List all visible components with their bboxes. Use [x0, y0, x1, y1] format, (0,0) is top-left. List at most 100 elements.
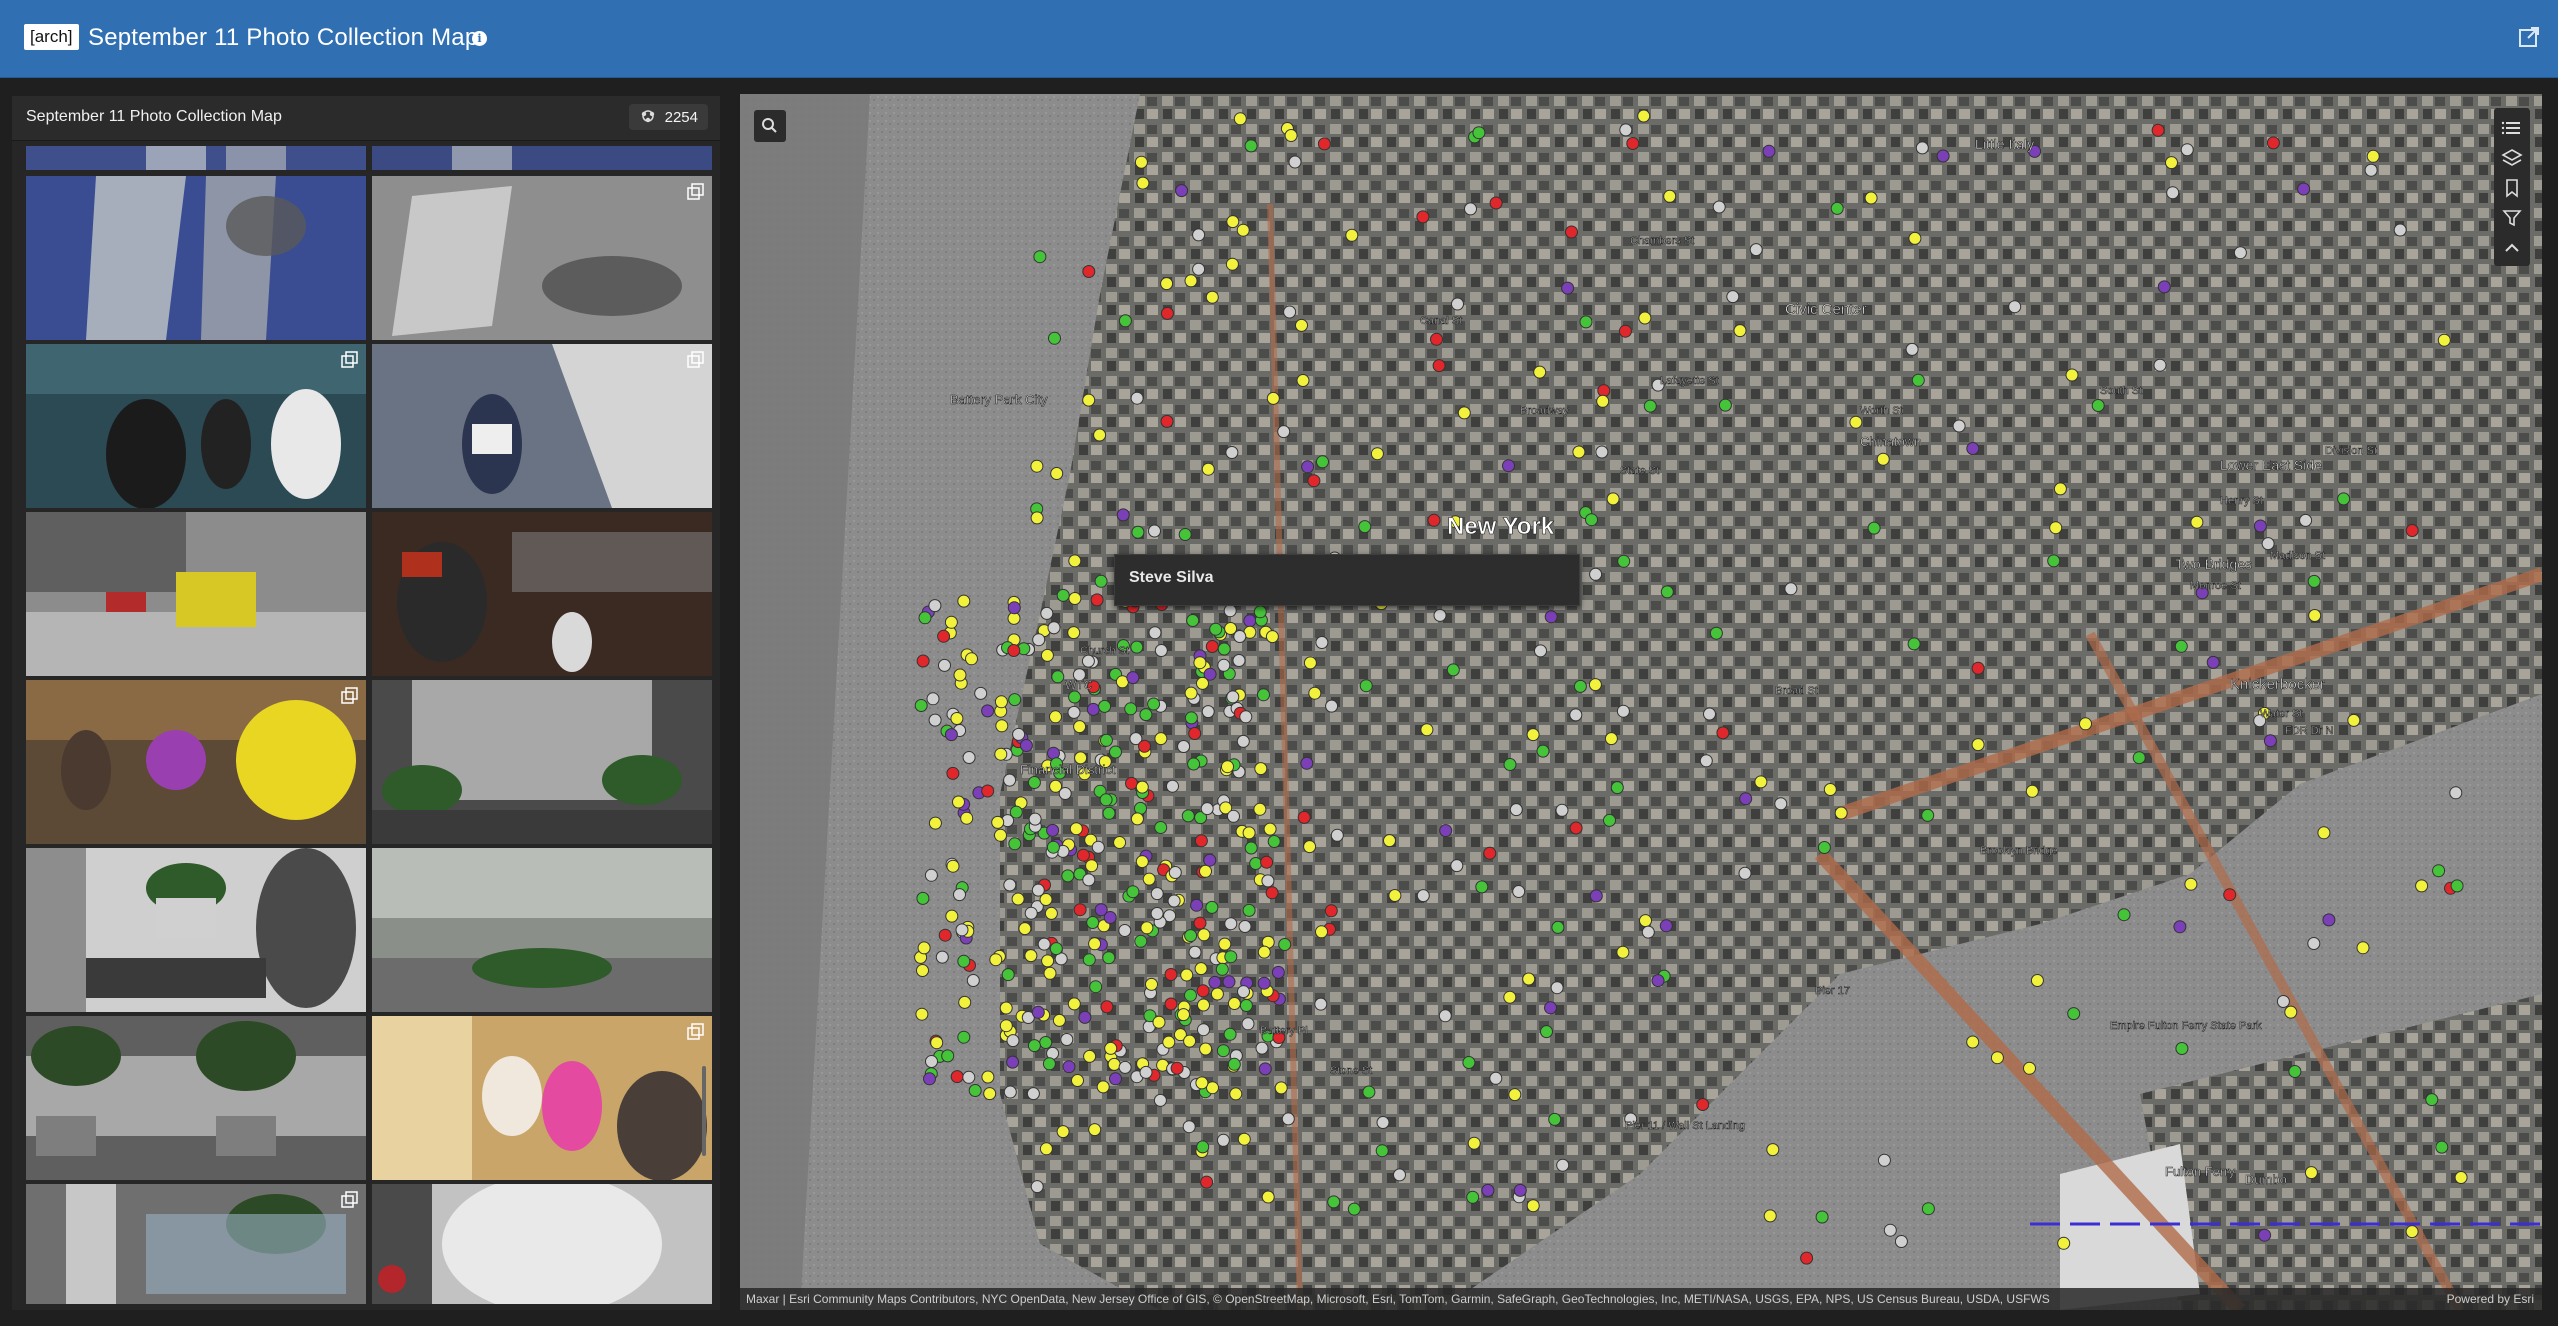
photo-marker[interactable] — [1031, 1005, 1045, 1019]
photo-marker[interactable] — [1242, 826, 1256, 840]
photo-marker[interactable] — [1330, 828, 1344, 842]
photo-marker[interactable] — [1047, 621, 1061, 635]
photo-marker[interactable] — [1052, 1013, 1066, 1027]
photo-marker[interactable] — [1150, 887, 1164, 901]
photo-marker[interactable] — [1420, 723, 1434, 737]
photo-marker[interactable] — [1738, 866, 1752, 880]
photo-marker[interactable] — [1237, 985, 1250, 999]
photo-marker[interactable] — [1018, 922, 1032, 936]
photo-marker[interactable] — [1709, 626, 1723, 640]
photo-marker[interactable] — [1699, 754, 1713, 768]
photo-marker[interactable] — [944, 728, 958, 742]
photo-marker[interactable] — [2047, 554, 2061, 568]
photo-marker[interactable] — [2297, 182, 2311, 196]
photo-marker[interactable] — [999, 1019, 1013, 1033]
photo-marker[interactable] — [1260, 855, 1274, 869]
photo-marker[interactable] — [1265, 630, 1279, 644]
photo-marker[interactable] — [1186, 614, 1200, 627]
photo-marker[interactable] — [1466, 1190, 1480, 1204]
bookmark-icon[interactable] — [2500, 176, 2524, 200]
photo-marker[interactable] — [1225, 446, 1239, 459]
photo-marker[interactable] — [1277, 425, 1291, 439]
info-icon[interactable]: i — [472, 31, 487, 46]
photo-marker[interactable] — [1131, 525, 1145, 539]
photo-marker[interactable] — [1089, 980, 1103, 994]
photo-marker[interactable] — [1733, 324, 1747, 338]
photo-marker[interactable] — [2308, 609, 2322, 622]
photo-marker[interactable] — [1278, 938, 1292, 951]
photo-marker[interactable] — [937, 629, 951, 643]
photo-marker[interactable] — [946, 859, 960, 873]
photo-marker[interactable] — [1603, 813, 1616, 827]
photo-marker[interactable] — [2057, 1236, 2071, 1250]
photo-marker[interactable] — [1254, 762, 1268, 776]
layers-icon[interactable] — [2500, 146, 2524, 170]
photo-marker[interactable] — [914, 699, 928, 712]
photo-marker[interactable] — [1540, 1025, 1553, 1039]
photo-marker[interactable] — [1088, 1123, 1102, 1137]
photo-marker[interactable] — [1712, 200, 1726, 214]
photo-marker[interactable] — [938, 658, 951, 672]
photo-marker[interactable] — [2079, 717, 2092, 731]
photo-marker[interactable] — [1049, 942, 1063, 956]
photo-marker[interactable] — [1376, 1116, 1390, 1129]
photo-marker[interactable] — [1145, 977, 1158, 991]
photo-marker[interactable] — [2008, 300, 2022, 314]
photo-marker[interactable] — [1446, 663, 1460, 677]
photo-marker[interactable] — [1915, 141, 1929, 155]
photo-marker[interactable] — [1006, 1034, 1020, 1048]
photo-marker[interactable] — [1716, 726, 1730, 740]
photo-marker[interactable] — [1221, 760, 1234, 774]
photo-marker[interactable] — [1596, 394, 1610, 408]
photo-marker[interactable] — [1056, 1125, 1070, 1139]
photo-marker[interactable] — [953, 668, 967, 682]
photo-marker[interactable] — [2184, 877, 2198, 891]
photo-marker[interactable] — [946, 766, 960, 780]
photo-marker[interactable] — [1569, 708, 1583, 722]
gallery-item[interactable] — [372, 680, 712, 844]
photo-marker[interactable] — [1253, 605, 1267, 619]
photo-marker[interactable] — [1046, 823, 1060, 837]
photo-marker[interactable] — [1375, 1144, 1389, 1158]
photo-marker[interactable] — [1100, 1000, 1114, 1014]
collapse-icon[interactable] — [2500, 236, 2524, 260]
photo-marker[interactable] — [2253, 519, 2267, 533]
photo-marker[interactable] — [1359, 679, 1373, 693]
photo-marker[interactable] — [1184, 274, 1198, 288]
photo-marker[interactable] — [1297, 810, 1311, 824]
photo-marker[interactable] — [2065, 368, 2079, 382]
photo-marker[interactable] — [915, 1007, 929, 1021]
photo-marker[interactable] — [1118, 1060, 1132, 1074]
photo-marker[interactable] — [966, 974, 980, 987]
photo-marker[interactable] — [1534, 644, 1547, 658]
photo-marker[interactable] — [2151, 123, 2165, 137]
photo-marker[interactable] — [1094, 903, 1108, 917]
photo-marker[interactable] — [1216, 1133, 1230, 1147]
photo-marker[interactable] — [1182, 1120, 1196, 1134]
photo-marker[interactable] — [1766, 1143, 1780, 1157]
photo-marker[interactable] — [2364, 163, 2378, 177]
photo-marker[interactable] — [1208, 975, 1222, 989]
photo-marker[interactable] — [1659, 919, 1673, 933]
photo-marker[interactable] — [1124, 702, 1138, 716]
photo-marker[interactable] — [1502, 459, 1515, 473]
photo-marker[interactable] — [1040, 606, 1054, 620]
photo-marker[interactable] — [944, 615, 958, 629]
photo-marker[interactable] — [2233, 246, 2247, 260]
gallery-item[interactable] — [26, 1184, 366, 1304]
photo-marker[interactable] — [1217, 642, 1231, 656]
photo-marker[interactable] — [1233, 112, 1247, 126]
photo-marker[interactable] — [1180, 968, 1194, 982]
photo-marker[interactable] — [1388, 889, 1402, 902]
photo-marker[interactable] — [2415, 879, 2429, 893]
photo-marker[interactable] — [1091, 840, 1105, 854]
photo-marker[interactable] — [1908, 231, 1922, 245]
photo-marker[interactable] — [1295, 318, 1308, 332]
photo-marker[interactable] — [1116, 508, 1130, 522]
photo-marker[interactable] — [957, 594, 971, 608]
photo-marker[interactable] — [1555, 803, 1569, 817]
photo-marker[interactable] — [957, 1030, 971, 1044]
photo-marker[interactable] — [1451, 297, 1464, 311]
photo-marker[interactable] — [1641, 925, 1655, 939]
photo-marker[interactable] — [1041, 954, 1055, 968]
